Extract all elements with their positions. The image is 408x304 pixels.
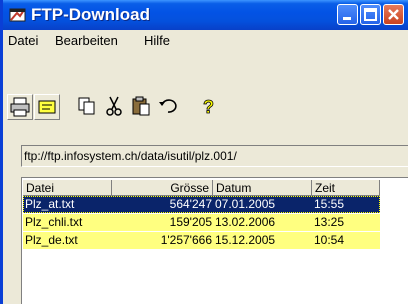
column-header-date[interactable]: Datum [213,180,312,196]
address-field[interactable]: ftp://ftp.infosystem.ch/data/isutil/plz.… [21,145,408,167]
file-name: Plz_de.txt [25,233,78,247]
file-row[interactable]: Plz_at.txt 564'247 07.01.2005 15:55 [23,196,380,213]
undo-icon [159,99,177,113]
close-icon [388,9,399,20]
paste-button[interactable] [129,94,155,120]
menu-bar: Datei Bearbeiten Hilfe [3,30,408,50]
menu-file[interactable]: Datei [8,33,38,48]
file-time: 10:54 [314,233,345,247]
column-header-time[interactable]: Zeit [312,180,380,196]
app-window: FTP-Download Datei Bearbeiten Hilfe ? ft… [0,0,408,304]
minimize-icon [343,17,351,20]
paste-icon [132,96,150,116]
column-header-size[interactable]: Grösse [112,180,213,196]
cut-icon [106,96,122,116]
window-title: FTP-Download [31,5,150,24]
undo-button[interactable] [156,94,182,120]
file-time: 13:25 [314,215,345,229]
file-time: 15:55 [314,197,345,211]
file-size: 1'257'666 [160,233,212,247]
file-name: Plz_at.txt [25,197,75,211]
maximize-icon [364,8,377,21]
file-size: 159'205 [169,215,212,229]
copy-button[interactable] [75,94,101,120]
column-header-name[interactable]: Datei [23,180,112,196]
svg-text:?: ? [203,97,214,117]
file-date: 07.01.2005 [215,197,276,211]
help-button[interactable]: ? [196,94,222,120]
content-panel: ftp://ftp.infosystem.ch/data/isutil/plz.… [21,122,408,304]
copy-icon [78,97,95,115]
toolbar: ? [3,50,408,122]
file-date: 15.12.2005 [215,233,276,247]
file-list[interactable]: Datei Grösse Datum Zeit Plz_at.txt 564'2… [21,177,408,304]
print-icon [10,97,30,117]
file-name: Plz_chli.txt [25,215,83,229]
help-icon: ? [203,97,215,118]
file-row[interactable]: Plz_de.txt 1'257'666 15.12.2005 10:54 [23,232,380,249]
notes-icon [38,100,56,114]
close-button[interactable] [383,4,404,25]
cut-button[interactable] [102,94,128,120]
print-button[interactable] [7,94,33,120]
title-bar[interactable]: FTP-Download [3,0,408,30]
file-date: 13.02.2006 [215,215,276,229]
file-size: 564'247 [169,197,212,211]
menu-edit[interactable]: Bearbeiten [55,33,118,48]
maximize-button[interactable] [360,4,381,25]
menu-help[interactable]: Hilfe [144,33,170,48]
file-row[interactable]: Plz_chli.txt 159'205 13.02.2006 13:25 [23,214,380,231]
notes-button[interactable] [34,94,60,120]
app-icon [9,7,27,23]
minimize-button[interactable] [337,4,358,25]
